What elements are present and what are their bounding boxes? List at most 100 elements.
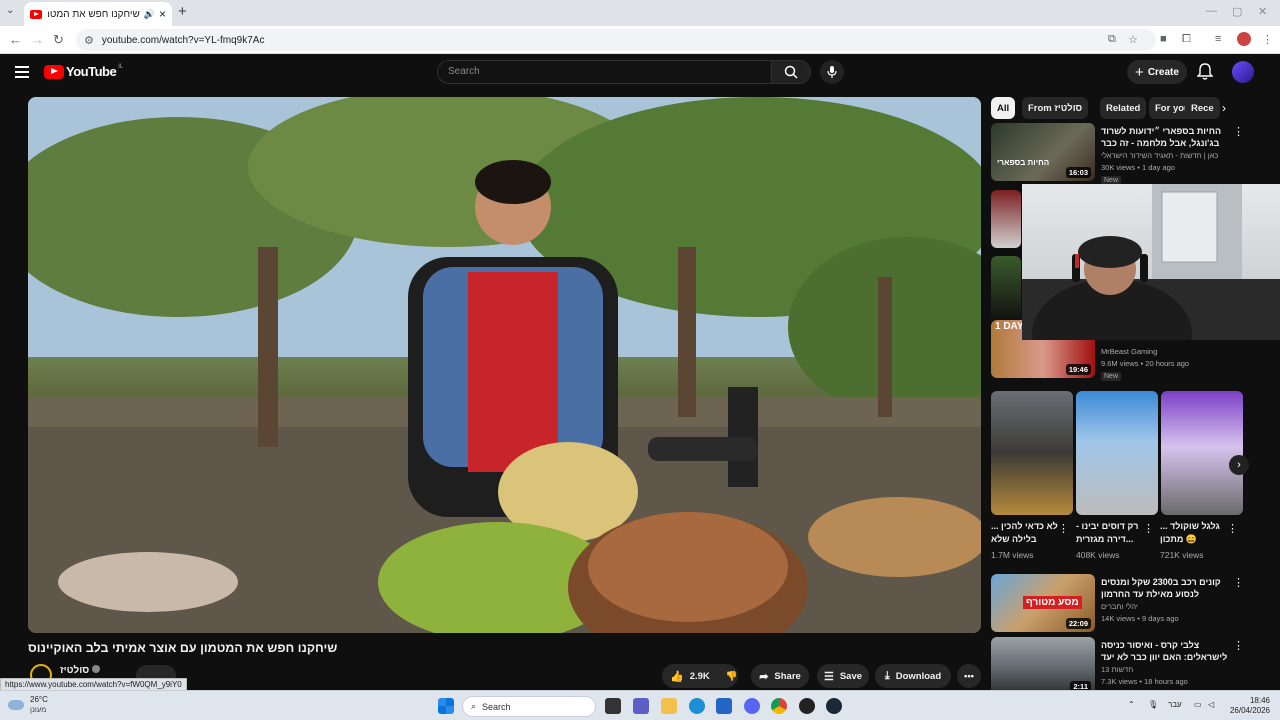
menu-icon[interactable] xyxy=(15,66,29,78)
tab-title: שיחקנו חפש את המטמון עי xyxy=(48,8,140,20)
language-indicator[interactable]: עבר xyxy=(1168,700,1182,709)
recommendation-item[interactable]: מסע מטורף 22:09 קונים רכב ב2300 שקל ומנס… xyxy=(991,574,1246,632)
bookmark-star-icon[interactable]: ☆ xyxy=(1128,33,1138,46)
task-view-icon[interactable] xyxy=(605,698,621,714)
chip-related[interactable]: Related xyxy=(1100,97,1147,119)
chip-recent[interactable]: Rece xyxy=(1185,97,1220,119)
video-player[interactable] xyxy=(28,97,981,633)
more-vertical-icon[interactable]: ⋮ xyxy=(1227,522,1238,535)
more-vertical-icon[interactable]: ⋮ xyxy=(1233,125,1244,138)
channel-name[interactable]: סולטיז xyxy=(60,665,101,676)
more-vertical-icon[interactable]: ⋮ xyxy=(1233,576,1244,589)
download-button[interactable]: ⤓ Download xyxy=(875,664,951,688)
like-count[interactable]: 2.9K xyxy=(690,671,710,682)
reload-button[interactable]: ↻ xyxy=(53,32,64,48)
tab-list-chevron-icon[interactable]: ⌄ xyxy=(6,5,14,16)
short-title[interactable]: רק דוסים יבינו - ...דירה מגזרית xyxy=(1076,520,1144,546)
shorts-shelf xyxy=(991,391,1243,515)
account-avatar[interactable] xyxy=(1232,61,1254,83)
create-label: Create xyxy=(1147,66,1179,78)
duration-badge: 22:09 xyxy=(1065,618,1091,629)
address-bar[interactable]: ⚙ youtube.com/watch?v=YL-fmq9k7Ac xyxy=(76,29,1156,51)
recommendation-meta: 7.3K views • 18 hours ago xyxy=(1101,677,1188,686)
recommendation-title[interactable]: קונים רכב ב2300 שקל ומנסים לנסוע מאילת ע… xyxy=(1101,576,1231,600)
network-icon[interactable]: ▭ xyxy=(1194,700,1202,709)
chrome-icon[interactable] xyxy=(771,698,787,714)
chip-from-channel[interactable]: From סולטיז xyxy=(1022,97,1089,119)
short-thumbnail[interactable] xyxy=(1161,391,1243,515)
recommendation-title[interactable]: צלבי קרס - ואיסור כניסה לישראלים: האם יו… xyxy=(1101,639,1231,663)
video-thumbnail[interactable]: 2:11 xyxy=(991,637,1095,690)
extension-icon[interactable]: ■ xyxy=(1160,33,1167,45)
extensions-puzzle-icon[interactable]: ⧠ xyxy=(1182,33,1191,46)
video-thumbnail[interactable]: החיות בספארי 16:03 xyxy=(991,123,1095,181)
clock-date: 26/04/2026 xyxy=(1229,706,1270,715)
short-thumbnail[interactable] xyxy=(991,391,1073,515)
back-button[interactable]: ← xyxy=(9,32,22,47)
browser-menu-icon[interactable]: ⋮ xyxy=(1262,33,1273,46)
minimize-button[interactable]: — xyxy=(1206,5,1217,17)
recommendation-channel[interactable]: 13 חדשות xyxy=(1101,665,1231,674)
thumbs-down-icon[interactable]: 👎 xyxy=(726,671,738,682)
create-button[interactable]: + Create xyxy=(1127,60,1187,84)
recommendation-meta: 14K views • 9 days ago xyxy=(1101,614,1179,623)
maximize-button[interactable]: ▢ xyxy=(1232,5,1242,18)
store-icon[interactable] xyxy=(716,698,732,714)
search-input[interactable]: Search xyxy=(437,60,772,84)
tray-microphone-icon[interactable]: 🎙 xyxy=(1148,700,1158,709)
cast-icon[interactable]: ⧉ xyxy=(1108,33,1116,46)
logo-text: YouTube xyxy=(66,64,117,79)
browser-tab[interactable]: שיחקנו חפש את המטמון עי 🔊 × xyxy=(24,2,172,26)
new-tab-button[interactable]: + xyxy=(178,4,187,20)
teams-icon[interactable] xyxy=(633,698,649,714)
obs-icon[interactable] xyxy=(799,698,815,714)
weather-widget[interactable]: 26°C מעונן xyxy=(8,695,48,715)
short-title[interactable]: גלגל שוקולד ... 😄 מתכון xyxy=(1160,520,1228,546)
recommendation-title[interactable]: החיות בספארי ״ידועות לשרוד בג'ונגל, אבל … xyxy=(1101,125,1231,149)
recommendation-channel[interactable]: יהלי וחברים xyxy=(1101,602,1231,611)
recommendation-item[interactable]: 2:11 צלבי קרס - ואיסור כניסה לישראלים: ה… xyxy=(991,637,1246,690)
download-label: Download xyxy=(895,670,942,682)
volume-icon[interactable]: ◁ xyxy=(1208,700,1214,709)
speaker-icon[interactable]: 🔊 xyxy=(144,9,155,20)
youtube-logo[interactable]: YouTube IL xyxy=(44,64,123,79)
share-button[interactable]: ➦ Share xyxy=(751,664,809,688)
recommendation-channel[interactable]: MrBeast Gaming xyxy=(1101,347,1231,356)
steam-icon[interactable] xyxy=(826,698,842,714)
tray-chevron-up-icon[interactable]: ⌃ xyxy=(1128,700,1135,709)
discord-icon[interactable] xyxy=(744,698,760,714)
recommendation-item[interactable]: החיות בספארי 16:03 החיות בספארי ״ידועות … xyxy=(991,123,1246,185)
chip-all[interactable]: All xyxy=(991,97,1016,119)
video-thumbnail[interactable]: מסע מטורף 22:09 xyxy=(991,574,1095,632)
site-info-icon[interactable]: ⚙ xyxy=(84,34,94,47)
more-vertical-icon[interactable]: ⋮ xyxy=(1058,522,1069,535)
share-arrow-icon: ➦ xyxy=(759,670,769,683)
close-window-button[interactable]: ✕ xyxy=(1258,5,1267,18)
file-explorer-icon[interactable] xyxy=(661,698,677,714)
notifications-bell-icon[interactable] xyxy=(1197,63,1213,81)
more-vertical-icon[interactable]: ⋮ xyxy=(1143,522,1154,535)
download-icon: ⤓ xyxy=(884,669,890,682)
search-button[interactable] xyxy=(771,60,811,84)
more-vertical-icon[interactable]: ⋮ xyxy=(1233,639,1244,652)
thumbs-up-icon[interactable]: 👍 xyxy=(670,670,684,683)
recommendation-channel[interactable]: כאן | חדשות - תאגיד השידור הישראלי xyxy=(1101,151,1231,160)
save-button[interactable]: ☰ Save xyxy=(817,664,869,688)
tab-search-icon[interactable]: ≡ xyxy=(1215,33,1221,45)
tab-close-icon[interactable]: × xyxy=(159,7,166,21)
taskbar-search[interactable]: ⌕ Search xyxy=(462,696,596,717)
taskbar-clock[interactable]: 18:46 26/04/2026 xyxy=(1224,696,1270,716)
logo-country-code: IL xyxy=(118,63,124,70)
edge-icon[interactable] xyxy=(689,698,705,714)
short-title[interactable]: לא כדאי להכין ... בלילה שלא xyxy=(991,520,1059,546)
search-icon: ⌕ xyxy=(471,701,477,711)
chevron-right-icon[interactable]: › xyxy=(1222,101,1226,115)
short-thumbnail[interactable] xyxy=(1076,391,1158,515)
video-thumbnail[interactable] xyxy=(991,190,1021,248)
shorts-next-arrow-icon[interactable]: › xyxy=(1229,455,1249,475)
voice-search-button[interactable] xyxy=(820,60,844,84)
more-actions-button[interactable]: ••• xyxy=(957,664,981,688)
forward-button[interactable]: → xyxy=(31,32,44,47)
windows-start-icon[interactable] xyxy=(438,698,454,714)
browser-profile-avatar[interactable] xyxy=(1237,32,1251,46)
